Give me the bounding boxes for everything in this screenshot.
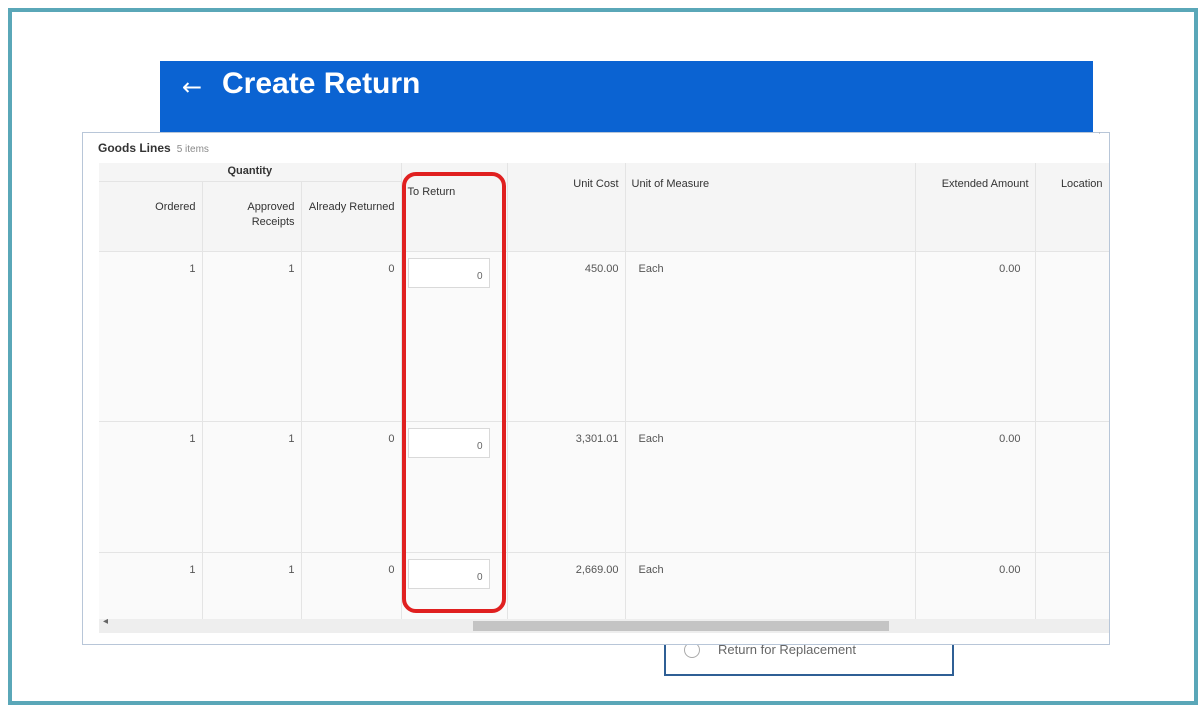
cell-unit-cost: 450.00 (507, 251, 626, 422)
table-row: 1 1 0 0 450.00 Each 0.00 (99, 251, 1109, 422)
cell-location (1035, 251, 1109, 422)
cell-unit-of-measure: Each (625, 552, 916, 621)
cell-unit-cost: 3,301.01 (507, 421, 626, 553)
cell-location (1035, 421, 1109, 553)
horizontal-scrollbar[interactable]: ◂ (99, 616, 1109, 633)
cell-extended-amount: 0.00 (915, 552, 1036, 621)
col-header-location: Location (1035, 163, 1109, 252)
to-return-input[interactable]: 0 (407, 257, 490, 288)
to-return-input[interactable]: 0 (407, 427, 490, 458)
panel-corner-mark: ˈ (1098, 131, 1101, 141)
goods-lines-heading: Goods Lines 5 items (98, 141, 209, 155)
goods-lines-table-wrap: Quantity To Return Unit Cost Unit of Mea… (99, 163, 1109, 621)
cell-location (1035, 552, 1109, 621)
col-header-to-return: To Return (401, 163, 508, 252)
cell-approved-receipts: 1 (202, 251, 302, 422)
cell-to-return: 0 (401, 421, 508, 553)
col-header-approved-receipts: Approved Receipts (202, 181, 302, 252)
cell-extended-amount: 0.00 (915, 251, 1036, 422)
cell-ordered: 1 (99, 421, 203, 553)
cell-to-return: 0 (401, 552, 508, 621)
cell-ordered: 1 (99, 552, 203, 621)
to-return-input[interactable]: 0 (407, 558, 490, 589)
cell-unit-of-measure: Each (625, 421, 916, 553)
cell-already-returned: 0 (301, 421, 402, 553)
col-header-ordered: Ordered (99, 181, 203, 252)
cell-already-returned: 0 (301, 251, 402, 422)
table-group-header-row: Quantity To Return Unit Cost Unit of Mea… (99, 163, 1109, 252)
arrow-left-icon[interactable]: ← (182, 73, 202, 101)
col-header-unit-of-measure: Unit of Measure (625, 163, 916, 252)
table-row: 1 1 0 0 2,669.00 Each 0.00 (99, 552, 1109, 621)
col-header-already-returned: Already Returned (301, 181, 402, 252)
cell-to-return: 0 (401, 251, 508, 422)
goods-lines-table: Quantity To Return Unit Cost Unit of Mea… (99, 163, 1109, 621)
cell-unit-of-measure: Each (625, 251, 916, 422)
scrollbar-thumb[interactable] (473, 621, 889, 631)
page-title: Create Return (222, 67, 421, 100)
cell-approved-receipts: 1 (202, 552, 302, 621)
goods-lines-count: 5 items (176, 144, 209, 155)
cell-already-returned: 0 (301, 552, 402, 621)
cell-extended-amount: 0.00 (915, 421, 1036, 553)
cell-unit-cost: 2,669.00 (507, 552, 626, 621)
page-header: ← Create Return (160, 61, 1093, 133)
scroll-left-arrow-icon[interactable]: ◂ (103, 616, 108, 627)
quantity-group-header: Quantity (99, 163, 402, 182)
cell-approved-receipts: 1 (202, 421, 302, 553)
col-header-unit-cost: Unit Cost (507, 163, 626, 252)
goods-lines-panel: Goods Lines 5 items ˈ Quantity To Return … (82, 131, 1110, 645)
col-header-extended-amount: Extended Amount (915, 163, 1036, 252)
table-row: 1 1 0 0 3,301.01 Each 0.00 (99, 421, 1109, 553)
cell-ordered: 1 (99, 251, 203, 422)
goods-lines-title: Goods Lines (98, 141, 171, 155)
